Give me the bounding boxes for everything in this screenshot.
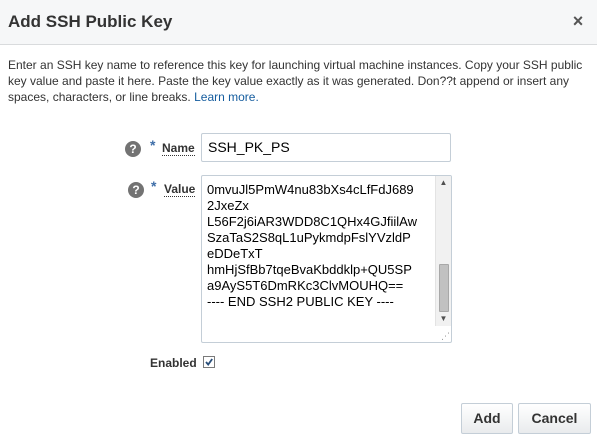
name-input[interactable]: SSH_PK_PS [201, 133, 451, 162]
scroll-down-icon[interactable]: ▼ [436, 312, 451, 326]
value-label: Value [164, 182, 196, 197]
value-help-icon[interactable]: ? [128, 182, 144, 198]
add-button[interactable]: Add [461, 403, 513, 434]
close-icon[interactable]: × [569, 12, 587, 30]
enabled-label: Enabled [150, 356, 197, 370]
name-label: Name [162, 141, 195, 156]
cancel-button[interactable]: Cancel [518, 403, 591, 434]
value-textarea-content[interactable]: - - - - - - - - - - - - - - - - - - - 0m… [207, 176, 435, 310]
learn-more-link[interactable]: Learn more. [194, 90, 259, 104]
name-help-icon[interactable]: ? [125, 141, 141, 157]
intro-body: Enter an SSH key name to reference this … [8, 58, 583, 104]
value-required-icon: * [151, 178, 157, 194]
dialog-header: Add SSH Public Key × [0, 0, 597, 45]
add-ssh-key-dialog: Add SSH Public Key × Enter an SSH key na… [0, 0, 597, 438]
value-scrollbar[interactable]: ▲ ▼ [435, 176, 451, 326]
scrollbar-thumb[interactable] [439, 264, 449, 312]
dialog-title: Add SSH Public Key [8, 12, 173, 31]
enabled-checkbox[interactable] [203, 356, 215, 368]
resize-grip-icon[interactable]: ⋰ [440, 331, 450, 341]
value-textarea[interactable]: - - - - - - - - - - - - - - - - - - - 0m… [201, 175, 452, 343]
name-required-icon: * [150, 137, 156, 153]
intro-text: Enter an SSH key name to reference this … [8, 57, 592, 105]
scroll-up-icon[interactable]: ▲ [436, 176, 451, 190]
checkmark-icon [205, 358, 213, 366]
